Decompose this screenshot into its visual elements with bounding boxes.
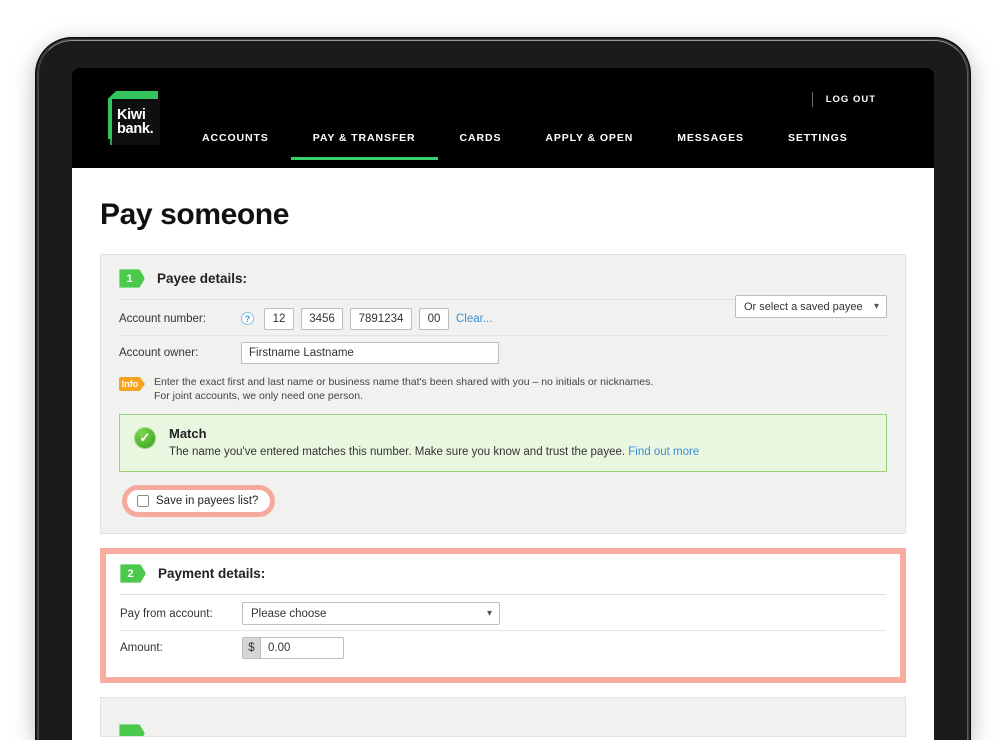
clear-account-number-link[interactable]: Clear... [456, 313, 492, 325]
nav-item-messages[interactable]: MESSAGES [655, 132, 766, 160]
logo-line-2: bank. [117, 121, 154, 137]
amount-field-group: $ [242, 637, 344, 659]
pay-from-account-label: Pay from account: [120, 607, 213, 620]
chevron-down-icon: ▾ [486, 608, 492, 619]
nav-item-accounts[interactable]: ACCOUNTS [180, 132, 291, 160]
page-title: Pay someone [100, 198, 290, 231]
account-number-bank-input[interactable]: 12 [264, 307, 294, 330]
account-owner-row: Account owner: [119, 336, 887, 370]
name-match-title: Match [169, 426, 207, 441]
pay-from-account-value: Please choose [251, 607, 327, 620]
account-owner-input[interactable] [241, 342, 499, 364]
payee-info-note: Info Enter the exact first and last name… [119, 370, 887, 412]
account-owner-label: Account owner: [119, 347, 199, 359]
payee-details-panel: 1 Payee details: Or select a saved payee… [100, 254, 906, 534]
amount-row: Amount: $ [120, 631, 886, 665]
checkbox-icon[interactable] [137, 495, 149, 507]
account-number-branch-input[interactable]: 3456 [301, 307, 343, 330]
find-out-more-link[interactable]: Find out more [628, 446, 699, 458]
amount-input[interactable] [260, 637, 344, 659]
tablet-device-frame: Kiwi bank. LOG OUT ACCOUNTS PAY & TRANSF… [38, 40, 968, 740]
logo-wordmark: Kiwi bank. [112, 99, 160, 145]
amount-label: Amount: [120, 642, 163, 654]
payee-info-line-2: For joint accounts, we only need one per… [154, 389, 363, 402]
site-header: Kiwi bank. LOG OUT ACCOUNTS PAY & TRANSF… [72, 68, 934, 168]
account-number-suffix-input[interactable]: 00 [419, 307, 449, 330]
nav-item-settings[interactable]: SETTINGS [766, 132, 870, 160]
pay-from-account-row: Pay from account: Please choose ▾ [120, 597, 886, 631]
logo-line-1: Kiwi [117, 106, 146, 123]
name-match-text: The name you've entered matches this num… [169, 446, 699, 458]
step-badge-2: 2 [120, 564, 146, 583]
name-match-banner: ✓ Match The name you've entered matches … [119, 414, 887, 472]
pay-from-account-dropdown[interactable]: Please choose ▾ [242, 602, 500, 625]
page-body: Pay someone 1 Payee details: Or select a… [72, 168, 934, 740]
nav-item-apply-and-open[interactable]: APPLY & OPEN [523, 132, 655, 160]
payee-info-text: Enter the exact first and last name or b… [154, 376, 653, 403]
name-match-message: The name you've entered matches this num… [169, 446, 626, 458]
payee-info-line-1: Enter the exact first and last name or b… [154, 376, 654, 388]
logout-divider [811, 92, 813, 107]
step-badge-1: 1 [119, 269, 145, 288]
nav-item-pay-and-transfer[interactable]: PAY & TRANSFER [290, 132, 438, 160]
kiwibank-logo[interactable]: Kiwi bank. [108, 91, 166, 145]
payee-details-title: Payee details: [157, 271, 248, 286]
device-screen: Kiwi bank. LOG OUT ACCOUNTS PAY & TRANSF… [72, 68, 934, 740]
account-number-account-input[interactable]: 7891234 [350, 307, 412, 330]
currency-symbol-icon: $ [242, 637, 260, 659]
logout-area: LOG OUT [811, 92, 876, 107]
saved-payee-dropdown[interactable]: Or select a saved payee ▾ [735, 295, 887, 318]
check-circle-icon: ✓ [134, 427, 156, 449]
saved-payee-label: Or select a saved payee [744, 300, 863, 313]
logout-button[interactable]: LOG OUT [826, 94, 876, 105]
next-section-panel [100, 697, 906, 737]
question-mark-icon[interactable]: ? [241, 312, 254, 325]
payment-details-title: Payment details: [158, 566, 266, 581]
nav-item-cards[interactable]: CARDS [438, 132, 524, 160]
account-number-label: Account number: [119, 312, 206, 325]
save-in-payees-list-label: Save in payees list? [156, 495, 259, 507]
info-badge: Info [119, 377, 145, 391]
payment-details-panel: 2 Payment details: Pay from account: Ple… [100, 548, 906, 683]
payment-details-header: 2 Payment details: [120, 564, 886, 595]
name-match-content: Match The name you've entered matches th… [169, 426, 699, 458]
step-badge-3-partial [119, 724, 145, 736]
chevron-down-icon: ▾ [873, 301, 879, 312]
main-navigation: ACCOUNTS PAY & TRANSFER CARDS APPLY & OP… [180, 132, 870, 168]
save-in-payees-list-checkbox[interactable]: Save in payees list? [122, 485, 276, 517]
